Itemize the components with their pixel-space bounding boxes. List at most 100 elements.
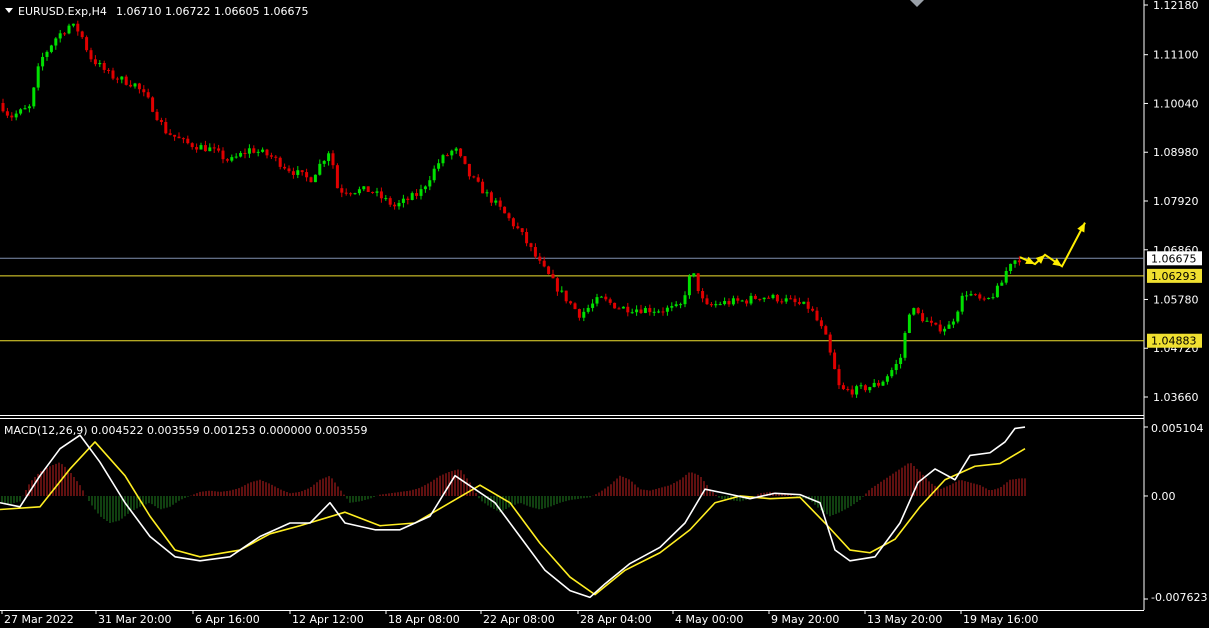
candle-body [921,313,925,322]
candle-body [27,106,31,109]
candle-body [432,168,436,181]
candle-body [437,163,441,169]
candle-body [335,165,339,189]
candle-body [890,370,894,377]
candle-body [349,193,353,195]
candle-body [929,320,933,323]
candle-body [362,186,366,190]
candle-body [410,193,414,200]
candle-body [428,180,432,187]
candle-body [208,147,212,152]
time-tick-label: 12 Apr 12:00 [292,613,364,626]
candle-body [177,136,181,139]
candle-body [291,171,295,175]
candle-body [753,295,757,299]
chart-canvas[interactable]: EURUSD.Exp,H4 1.06710 1.06722 1.06605 1.… [0,0,1209,628]
chart-window[interactable]: EURUSD.Exp,H4 1.06710 1.06722 1.06605 1.… [0,0,1209,628]
candle-body [577,309,581,318]
candle-body [375,191,379,193]
candle-body [709,304,713,306]
macd-label: MACD(12,26,9) 0.004522 0.003559 0.001253… [4,424,367,437]
candle-body [802,301,806,304]
candle-body [635,309,639,313]
price-tick-label: 1.03660 [1153,391,1199,404]
candle-body [692,273,696,277]
candle-body [151,97,155,112]
candle-body [987,297,991,299]
candle-body [217,148,221,151]
candle-body [203,145,207,152]
candle-body [344,192,348,194]
candle-body [938,324,942,332]
candle-body [899,357,903,365]
candle-body [89,50,93,60]
candle-body [995,285,999,298]
candle-body [93,59,97,65]
time-tick-label: 13 May 20:00 [867,613,942,626]
candle-body [67,25,71,34]
candle-body [894,364,898,371]
candle-body [313,174,317,183]
candle-body [58,33,62,39]
time-tick-label: 6 Apr 16:00 [195,613,260,626]
candle-body [767,297,771,299]
candle-body [727,301,731,305]
candle-body [595,297,599,304]
candle-body [357,189,361,194]
candle-body [415,193,419,196]
price-tick-label: 1.12180 [1153,0,1199,12]
candle-body [907,314,911,333]
candle-body [322,160,326,164]
candle-body [115,78,119,80]
candle-body [168,133,172,135]
candle-body [538,256,542,261]
candle-body [173,134,177,137]
candle-body [485,192,489,194]
candle-body [731,298,735,305]
candle-body [626,306,630,313]
candle-body [419,189,423,196]
candle-body [76,23,80,32]
candle-body [327,153,331,161]
candle-body [256,151,260,153]
candle-body [265,149,269,156]
candle-body [80,31,84,38]
candle-body [564,290,568,302]
candle-body [529,243,533,248]
candle-body [674,304,678,307]
candle-body [274,156,278,158]
candle-body [652,311,656,313]
chart-background [0,0,1209,628]
candle-body [943,328,947,332]
candle-body [309,177,313,183]
candle-body [450,150,454,156]
candle-body [511,218,515,227]
candle-body [516,226,520,229]
candle-body [630,312,634,314]
candle-body [371,191,375,193]
candle-body [366,186,370,192]
candle-body [762,297,766,300]
candle-body [749,295,753,304]
candle-body [643,308,647,313]
level-price-label: 1.06293 [1151,270,1197,283]
candle-body [789,298,793,300]
candle-body [230,157,234,161]
candle-body [855,386,859,395]
candle-body [71,23,75,26]
time-tick-label: 19 May 16:00 [963,613,1038,626]
candle-body [542,260,546,267]
candle-body [1017,260,1021,263]
time-tick-label: 22 Apr 08:00 [483,613,555,626]
candle-body [701,291,705,299]
candle-body [925,320,929,322]
candle-body [393,204,397,207]
candle-body [815,310,819,321]
candle-body [771,294,775,299]
candle-body [454,148,458,151]
price-tick-label: 1.07920 [1153,195,1199,208]
candle-body [533,247,537,257]
candle-body [903,332,907,358]
candle-body [137,83,141,90]
candle-body [19,109,23,114]
